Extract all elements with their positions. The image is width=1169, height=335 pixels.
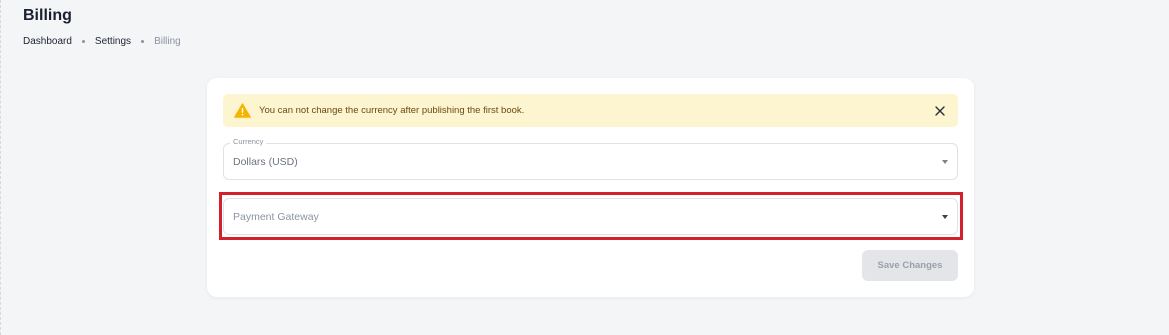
billing-card: You can not change the currency after pu… bbox=[207, 78, 974, 297]
breadcrumb-billing: Billing bbox=[154, 36, 181, 47]
breadcrumb-separator bbox=[141, 40, 145, 43]
breadcrumb-settings[interactable]: Settings bbox=[95, 36, 131, 47]
currency-warning-alert: You can not change the currency after pu… bbox=[223, 94, 958, 127]
payment-gateway-select[interactable]: Payment Gateway bbox=[223, 198, 958, 235]
alert-message: You can not change the currency after pu… bbox=[259, 105, 525, 116]
chevron-down-icon bbox=[942, 159, 948, 164]
save-changes-button[interactable]: Save Changes bbox=[862, 250, 958, 281]
currency-select[interactable]: Currency Dollars (USD) bbox=[223, 137, 958, 180]
currency-value: Dollars (USD) bbox=[233, 155, 298, 168]
breadcrumb-separator bbox=[81, 40, 85, 43]
page-title: Billing bbox=[23, 7, 72, 24]
chevron-down-icon bbox=[942, 214, 948, 219]
payment-gateway-placeholder: Payment Gateway bbox=[233, 210, 319, 223]
billing-page: Billing Dashboard Settings Billing You c… bbox=[0, 0, 1169, 335]
close-icon[interactable] bbox=[933, 104, 947, 118]
currency-label: Currency bbox=[230, 137, 267, 146]
breadcrumb: Dashboard Settings Billing bbox=[23, 36, 181, 47]
warning-icon bbox=[234, 103, 251, 118]
breadcrumb-dashboard[interactable]: Dashboard bbox=[23, 36, 72, 47]
